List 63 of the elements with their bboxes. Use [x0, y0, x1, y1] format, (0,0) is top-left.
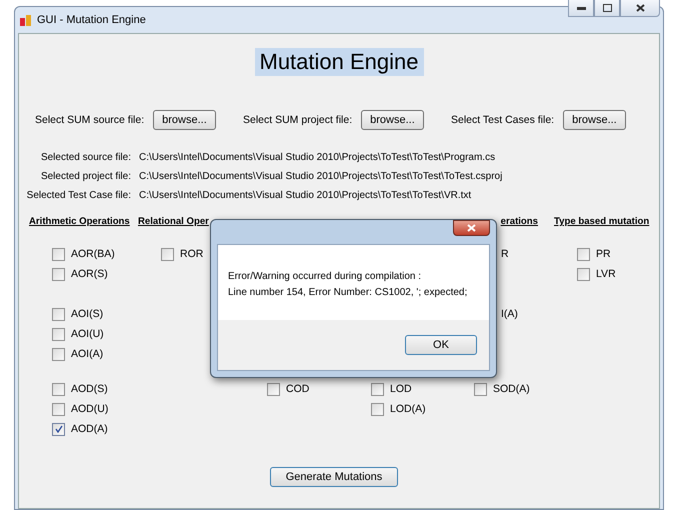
window-title: GUI - Mutation Engine: [37, 14, 147, 26]
category-heading: Type based mutation: [554, 216, 650, 229]
file-path: C:\Users\Intel\Documents\Visual Studio 2010\Projects\ToTest\ToTest\ToTest.csproj: [139, 171, 504, 182]
file-picker-label: Select SUM project file:: [243, 114, 352, 126]
checkbox-label: COD: [286, 383, 310, 395]
check-icon: [54, 425, 62, 433]
checkbox[interactable]: [161, 248, 174, 260]
checkbox-label: AOD(U): [71, 403, 108, 415]
app-icon: [20, 14, 32, 26]
checkbox[interactable]: [474, 382, 487, 396]
maximize-button[interactable]: [594, 0, 620, 17]
generate-button[interactable]: Generate Mutations: [270, 467, 398, 487]
checkbox-label: I(A): [500, 308, 518, 320]
checkbox[interactable]: [267, 382, 280, 396]
browse-button[interactable]: browse...: [361, 110, 424, 130]
checkbox-label: AOR(S): [71, 268, 108, 280]
app-heading: Mutation Engine: [254, 48, 424, 76]
close-button[interactable]: [453, 220, 490, 236]
close-icon: [467, 224, 476, 232]
checkbox-label: LVR: [596, 268, 616, 280]
checkbox-label: AOI(U): [71, 328, 104, 340]
checkbox[interactable]: [371, 402, 384, 416]
browse-button[interactable]: browse...: [153, 110, 216, 130]
browse-button[interactable]: browse...: [563, 110, 626, 130]
checkbox[interactable]: [52, 248, 65, 260]
checkbox-label: AOI(S): [71, 308, 104, 320]
checkbox[interactable]: [52, 422, 65, 436]
close-button[interactable]: [620, 0, 660, 17]
file-path: C:\Users\Intel\Documents\Visual Studio 2010\Projects\ToTest\ToTest\VR.txt: [139, 190, 472, 201]
close-icon: [636, 4, 644, 12]
file-picker-label: Select Test Cases file:: [451, 114, 554, 126]
checkbox[interactable]: [52, 402, 65, 416]
checkbox[interactable]: [52, 348, 65, 360]
checkbox[interactable]: [577, 268, 590, 280]
checkbox-label: R: [500, 248, 509, 260]
checkbox[interactable]: [52, 268, 65, 280]
checkbox[interactable]: [577, 248, 590, 260]
error-message: Error/Warning occurred during compilation : Line number 154, Error Number: CS1002, '; expected;: [227, 270, 468, 300]
selected-file-label: Selected Test Case file:: [26, 190, 131, 201]
checkbox-label: SOD(A): [493, 383, 530, 395]
category-heading: erations: [500, 216, 539, 229]
checkbox-label: LOD: [390, 383, 412, 395]
checkbox[interactable]: [371, 382, 384, 396]
checkbox[interactable]: [52, 382, 65, 396]
file-path: C:\Users\Intel\Documents\Visual Studio 2010\Projects\ToTest\ToTest\Program.cs: [139, 152, 496, 163]
checkbox-label: PR: [596, 248, 611, 260]
selected-file-label: Selected project file:: [40, 171, 131, 182]
minimize-button[interactable]: [568, 0, 594, 17]
checkbox-label: AOI(A): [71, 348, 104, 360]
file-picker-label: Select SUM source file:: [35, 114, 144, 126]
checkbox-label: AOD(S): [71, 383, 108, 395]
checkbox-label: LOD(A): [390, 403, 426, 415]
checkbox[interactable]: [52, 308, 65, 320]
minimize-icon: [576, 6, 586, 10]
maximize-icon: [602, 4, 612, 12]
checkbox[interactable]: [52, 328, 65, 340]
selected-file-label: Selected source file:: [40, 152, 131, 163]
checkbox-label: ROR: [180, 248, 204, 260]
checkbox-label: AOD(A): [71, 423, 108, 435]
category-heading: Relational Oper: [138, 216, 209, 229]
checkbox-label: AOR(BA): [71, 248, 115, 260]
ok-button[interactable]: OK: [405, 335, 477, 355]
category-heading: Arithmetic Operations: [29, 216, 130, 229]
